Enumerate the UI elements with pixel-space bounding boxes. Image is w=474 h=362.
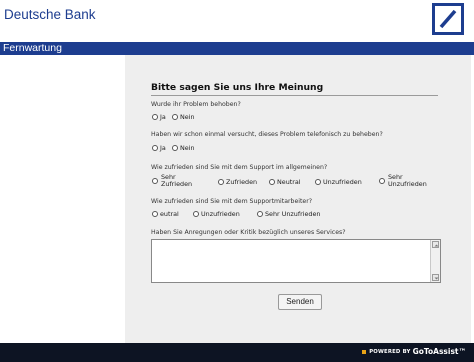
question-phone-attempt: Haben wir schon einmal versucht, dieses … [151, 131, 383, 138]
radio-button-icon[interactable] [218, 179, 224, 185]
heading-divider [151, 95, 438, 96]
radio-label: Nein [180, 144, 195, 152]
radio-button-icon[interactable] [152, 211, 158, 217]
radio-q1-nein[interactable]: Nein [172, 113, 195, 121]
radio-label: Unzufrieden [323, 178, 362, 186]
radio-button-icon[interactable] [172, 145, 178, 151]
radio-q4-neutral[interactable]: eutral [152, 210, 179, 218]
radio-button-icon[interactable] [315, 179, 321, 185]
deutsche-bank-logo-icon [432, 3, 464, 35]
radio-button-icon[interactable] [257, 211, 263, 217]
radio-label: Sehr Unzufrieden [265, 210, 321, 218]
radio-button-icon[interactable] [152, 145, 158, 151]
radio-label: Ja [160, 113, 166, 121]
radio-label: Neutral [277, 178, 301, 186]
powered-by-brand: GoToAssist™ [412, 347, 466, 356]
powered-by-prefix: POWERED BY [369, 348, 411, 355]
scroll-up-icon[interactable] [432, 241, 439, 248]
radio-q2-nein[interactable]: Nein [172, 144, 195, 152]
radio-button-icon[interactable] [269, 179, 275, 185]
radio-q4-sehr-unzufrieden[interactable]: Sehr Unzufrieden [257, 210, 320, 218]
feedback-textarea[interactable] [151, 239, 441, 283]
radio-q3-sehr-unzufrieden[interactable]: Sehr Unzufrieden [379, 174, 439, 190]
submit-button[interactable]: Senden [278, 294, 322, 310]
bullet-square-icon [362, 349, 367, 354]
radio-q3-unzufrieden[interactable]: Unzufrieden [315, 178, 362, 186]
page-footer: POWERED BY GoToAssist™ [0, 343, 474, 362]
left-panel [0, 55, 125, 343]
brand-name: Deutsche Bank [4, 7, 96, 22]
survey-heading: Bitte sagen Sie uns Ihre Meinung [151, 82, 324, 93]
page-header: Deutsche Bank [0, 0, 474, 42]
radio-label: eutral [160, 210, 179, 218]
radio-q3-neutral[interactable]: Neutral [269, 178, 301, 186]
question-agent-satisfaction: Wie zufrieden sind Sie mit dem Supportmi… [151, 198, 313, 205]
title-bar: Fernwartung [0, 42, 474, 55]
radio-q4-unzufrieden[interactable]: Unzufrieden [193, 210, 240, 218]
radio-label: Ja [160, 144, 166, 152]
radio-button-icon[interactable] [193, 211, 199, 217]
radio-label-line2: Zufrieden [161, 180, 193, 188]
question-support-satisfaction: Wie zufrieden sind Sie mit dem Support i… [151, 164, 328, 171]
radio-q1-ja[interactable]: Ja [152, 113, 166, 121]
radio-q3-sehr-zufrieden[interactable]: Sehr Zufrieden [152, 174, 206, 190]
powered-by-badge: POWERED BY GoToAssist™ [362, 347, 466, 356]
radio-label: Nein [180, 113, 195, 121]
question-problem-solved: Wurde ihr Problem behoben? [151, 101, 241, 108]
radio-button-icon[interactable] [152, 178, 158, 184]
textarea-scrollbar[interactable] [430, 240, 440, 282]
title-bar-label: Fernwartung [3, 42, 62, 54]
radio-label: Zufrieden [226, 178, 258, 186]
radio-button-icon[interactable] [172, 114, 178, 120]
question-feedback: Haben Sie Anregungen oder Kritik bezügli… [151, 229, 346, 236]
radio-button-icon[interactable] [152, 114, 158, 120]
radio-q3-zufrieden[interactable]: Zufrieden [218, 178, 257, 186]
scroll-down-icon[interactable] [432, 274, 439, 281]
radio-button-icon[interactable] [379, 178, 385, 184]
radio-label-line2: Unzufrieden [388, 180, 427, 188]
radio-label: Unzufrieden [201, 210, 240, 218]
radio-q2-ja[interactable]: Ja [152, 144, 166, 152]
